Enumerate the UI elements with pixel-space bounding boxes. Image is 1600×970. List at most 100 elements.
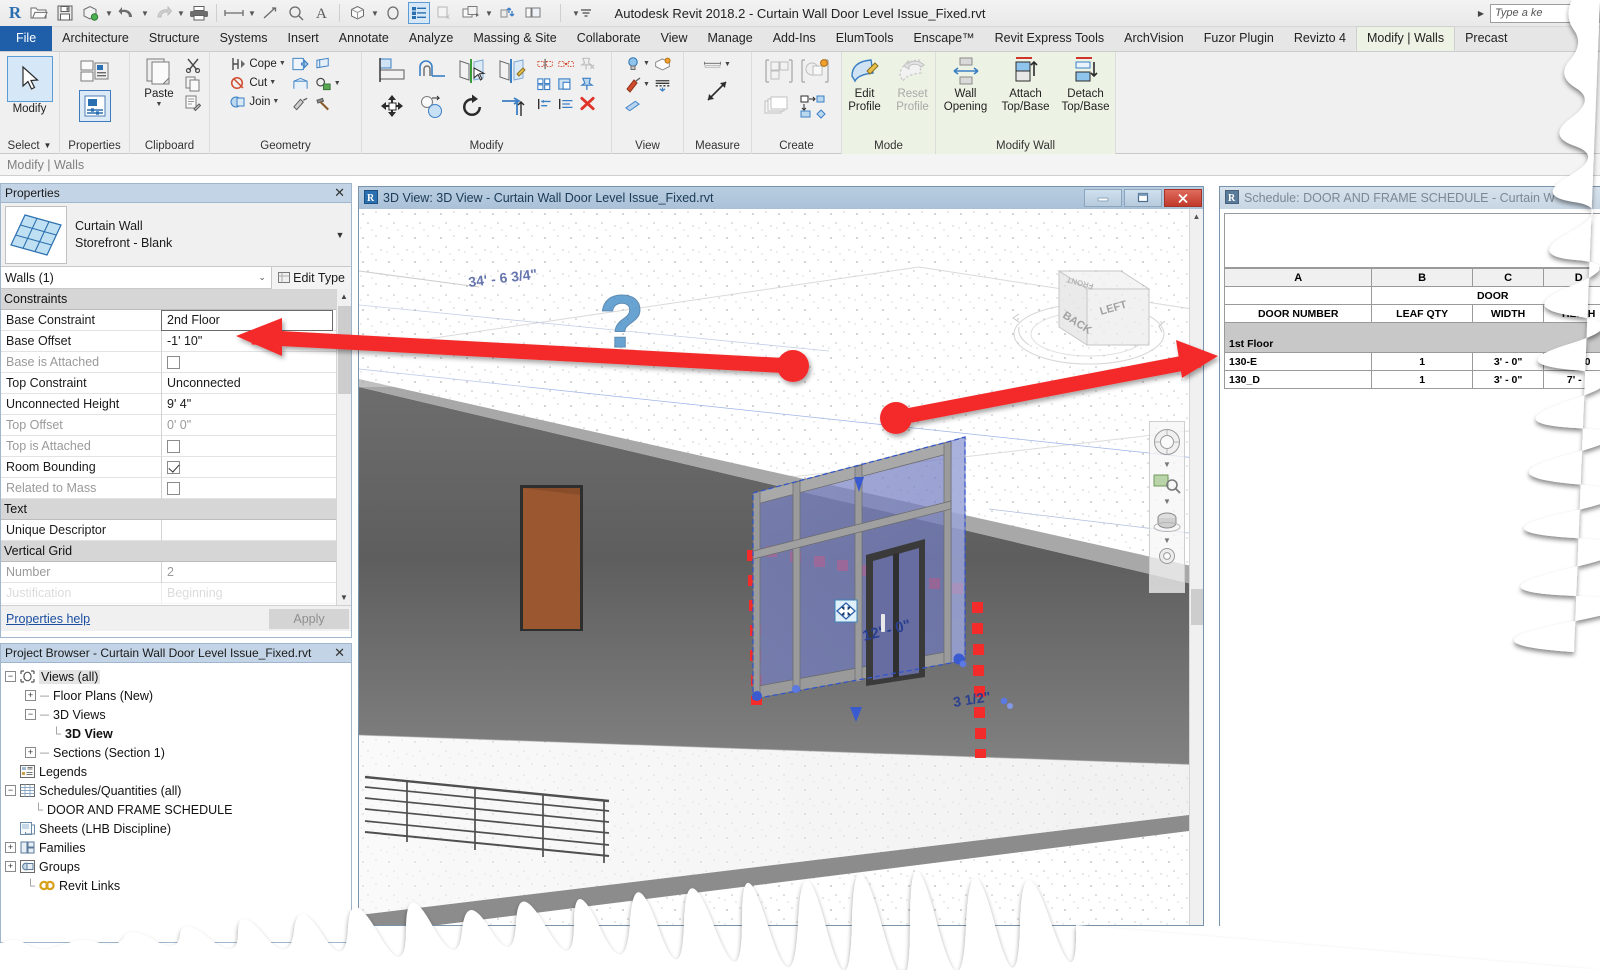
tree-node-schedules[interactable]: − Schedules/Quantities (all) [3, 781, 351, 800]
wall-opening-icon[interactable] [950, 55, 982, 87]
tile-windows-icon[interactable] [522, 2, 544, 24]
revit-logo-icon[interactable]: R [4, 2, 26, 24]
tab-systems[interactable]: Systems [210, 27, 278, 51]
property-row[interactable]: Base Constraint 2nd Floor [1, 309, 351, 331]
cope-dropdown-icon[interactable]: ▼ [279, 60, 286, 67]
align-icon[interactable] [377, 55, 409, 87]
property-row[interactable]: Unconnected Height 9' 4" [1, 393, 351, 415]
3d-view-dropdown-icon[interactable]: ▼ [370, 2, 380, 24]
property-row[interactable]: Top Constraint Unconnected [1, 372, 351, 394]
tag-icon[interactable] [285, 2, 307, 24]
paste-dropdown-icon[interactable]: ▼ [156, 101, 163, 108]
cut-clipboard-icon[interactable] [184, 56, 201, 73]
mirror-draw-axis-icon[interactable] [497, 55, 529, 87]
navigation-bar[interactable]: ▼ ▼ ▼ [1149, 421, 1185, 593]
minimize-button[interactable] [1084, 189, 1122, 207]
create-parts-icon[interactable] [763, 91, 795, 123]
expander-icon[interactable]: − [25, 709, 36, 720]
redo-dropdown-icon[interactable]: ▼ [176, 2, 186, 24]
copy-move-icon[interactable] [417, 91, 449, 123]
split-with-gap-icon[interactable] [558, 55, 575, 72]
tab-analyze[interactable]: Analyze [399, 27, 463, 51]
column-letter-b[interactable]: B [1371, 268, 1473, 287]
schedule-table[interactable]: A B C D DOOR DOOR NUMBER LEAF QTY WIDTH … [1223, 268, 1600, 389]
move-icon[interactable] [377, 91, 409, 123]
property-value[interactable]: 2nd Floor [161, 309, 333, 331]
reveal-hidden-elements-icon[interactable] [624, 55, 641, 72]
expander-icon[interactable]: + [5, 842, 16, 853]
cell-leaf-qty[interactable]: 1 [1371, 370, 1473, 389]
search-input[interactable]: Type a ke [1490, 4, 1600, 23]
checkbox[interactable] [167, 460, 180, 474]
paste-icon[interactable] [143, 55, 175, 87]
scroll-down-icon[interactable]: ▼ [337, 590, 351, 605]
rotate-icon[interactable] [457, 91, 489, 123]
paste-button[interactable]: Paste ▼ [138, 55, 180, 108]
search-expand-icon[interactable]: ▶ [1478, 9, 1484, 18]
measure-arrow-icon[interactable] [702, 75, 734, 107]
zoom-icon[interactable] [1152, 472, 1182, 497]
edit-profile-icon[interactable] [849, 55, 881, 87]
column-letter-a[interactable]: A [1223, 268, 1373, 287]
linework-dropdown-icon[interactable]: ▼ [643, 81, 650, 88]
trim-extend-icon[interactable] [497, 91, 529, 123]
create-group-icon[interactable] [763, 55, 795, 87]
tree-node-groups[interactable]: + Groups [3, 857, 351, 876]
maximize-button[interactable] [1124, 189, 1162, 207]
tab-file[interactable]: File [0, 26, 53, 51]
tab-enscape[interactable]: Enscape™ [903, 27, 984, 51]
tree-node-sections[interactable]: + ─ Sections (Section 1) [3, 743, 351, 762]
orbit-dropdown-icon[interactable]: ▼ [1163, 536, 1171, 545]
split-element-icon[interactable] [537, 55, 554, 72]
orbit-icon[interactable] [1152, 509, 1182, 536]
tree-node-legends[interactable]: Legends [3, 762, 351, 781]
property-value[interactable] [161, 519, 351, 541]
property-value[interactable]: -1' 10" [161, 330, 351, 352]
scrollbar-thumb[interactable] [1191, 589, 1203, 625]
close-hidden-windows-icon[interactable]: x [434, 2, 456, 24]
align-left-icon[interactable] [537, 95, 554, 112]
type-selector-dropdown-icon[interactable]: ▼ [333, 230, 347, 240]
schedule-body[interactable]: A B C D DOOR DOOR NUMBER LEAF QTY WIDTH … [1220, 213, 1600, 929]
switch-join-order-icon[interactable] [292, 55, 309, 72]
hammer-icon[interactable] [315, 95, 332, 112]
cut-geometry-icon[interactable] [230, 74, 247, 91]
properties-icon[interactable] [78, 90, 111, 122]
edit-type-button[interactable]: Edit Type [271, 266, 351, 289]
qat-overflow-icon[interactable] [575, 2, 597, 24]
measure-dropdown-icon[interactable]: ▼ [247, 2, 257, 24]
property-value[interactable] [161, 456, 351, 478]
apply-button[interactable]: Apply [269, 608, 349, 629]
chevron-down-icon[interactable]: ▼ [44, 139, 52, 153]
measure-icon[interactable] [223, 2, 245, 24]
property-row[interactable]: Room Bounding [1, 456, 351, 478]
detach-top-base-button[interactable]: Detach Top/Base [1058, 55, 1114, 113]
tab-manage[interactable]: Manage [698, 27, 763, 51]
delete-icon[interactable] [579, 95, 596, 112]
cell-door-number[interactable]: 130_D [1223, 370, 1373, 389]
thin-lines-icon[interactable] [408, 2, 430, 24]
cell-door-number[interactable]: 130-E [1223, 352, 1373, 371]
cope-icon[interactable] [230, 55, 247, 72]
switch-windows-icon[interactable] [460, 2, 482, 24]
tab-structure[interactable]: Structure [139, 27, 210, 51]
tab-precast[interactable]: Precast [1455, 27, 1517, 51]
sync-icon[interactable] [496, 2, 518, 24]
table-row[interactable]: 130-E 1 3' - 0" 7' - 0 [1223, 352, 1600, 371]
tab-revizto-4[interactable]: Revizto 4 [1284, 27, 1356, 51]
cell-height[interactable]: 7' - 0 [1543, 370, 1600, 389]
undo-icon[interactable] [116, 2, 138, 24]
close-icon[interactable]: ✕ [332, 645, 347, 661]
property-value[interactable]: Unconnected [161, 372, 351, 394]
create-similar-icon[interactable] [799, 55, 831, 87]
tree-node-sheets[interactable]: Sheets (LHB Discipline) [3, 819, 351, 838]
switch-windows-dropdown-icon[interactable]: ▼ [484, 2, 494, 24]
tab-insert[interactable]: Insert [278, 27, 329, 51]
unpin-icon[interactable] [579, 55, 596, 72]
mirror-pick-axis-icon[interactable] [457, 55, 489, 87]
viewport-scrollbar[interactable]: ▲ [1189, 209, 1203, 925]
expander-icon[interactable]: + [25, 690, 36, 701]
join-button[interactable]: Join ▼ [230, 93, 285, 110]
join-dropdown-icon[interactable]: ▼ [272, 98, 279, 105]
tab-archvision[interactable]: ArchVision [1114, 27, 1194, 51]
